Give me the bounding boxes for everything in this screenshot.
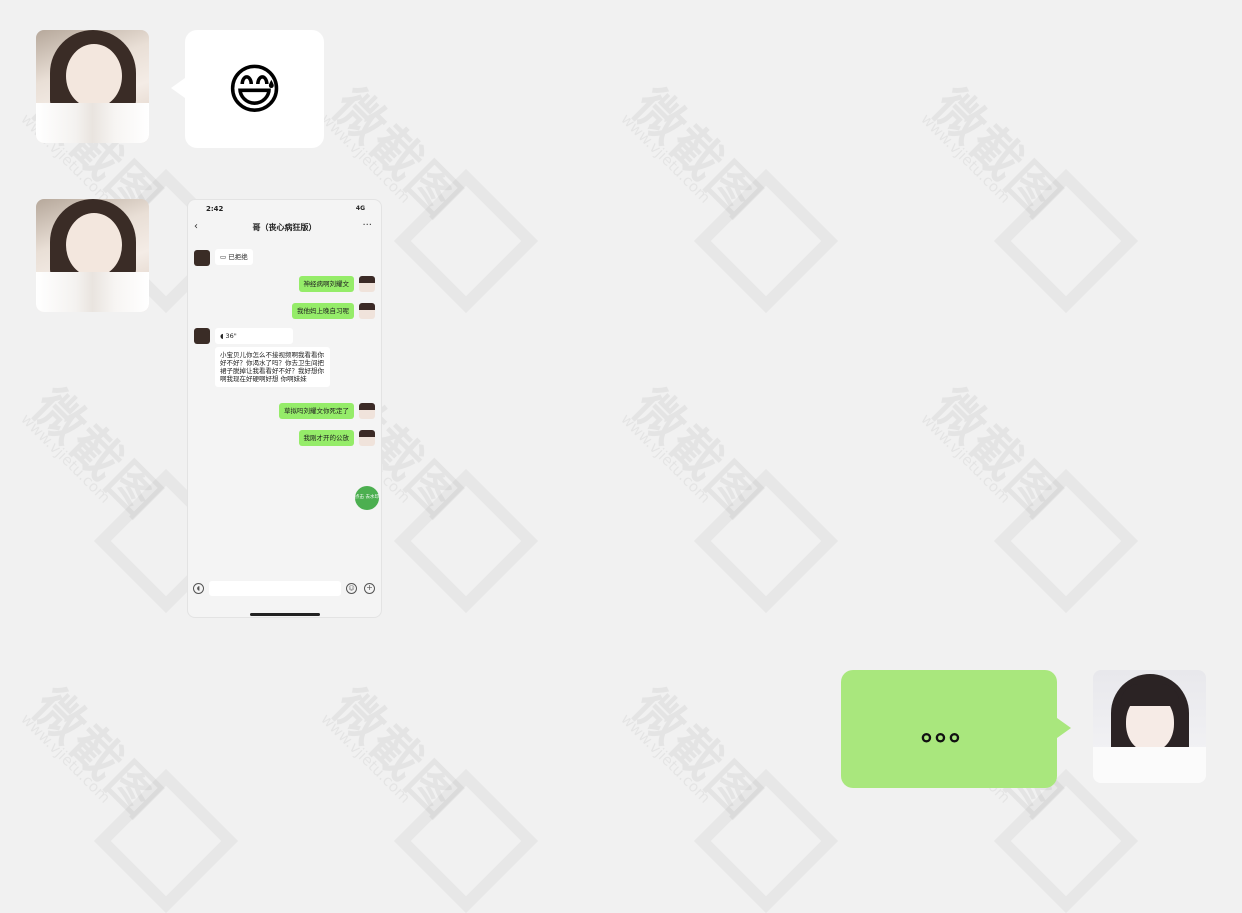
watermark-text: 微截图: [621, 377, 773, 530]
mini-avatar-right: [359, 430, 375, 446]
avatar-hands: [36, 272, 149, 312]
call-status-message: ▭ 已拒绝: [215, 249, 253, 265]
home-indicator: [250, 613, 320, 616]
watermark-url: www.vjietu.com: [17, 410, 115, 507]
message-left: 小宝贝儿你怎么不接视频啊我看看你好不好？你渴水了吗？你去卫生间把裙子脱掉让我看看…: [215, 347, 330, 387]
mini-avatar-left: [194, 250, 210, 266]
status-signal: 4G: [355, 205, 365, 212]
watermark-logo-icon: [693, 768, 839, 913]
watermark-url: www.vjietu.com: [317, 710, 415, 807]
voice-duration: 36": [225, 332, 237, 340]
message-right: 神经病啊刘耀文: [298, 276, 354, 292]
message-right: 草拟吗刘耀文你死定了: [279, 403, 354, 419]
watermark-text: 微截图: [921, 377, 1073, 530]
message-text: 。。。: [920, 714, 977, 747]
avatar-bangs: [1121, 684, 1179, 706]
message-bubble-outgoing[interactable]: 。。。: [841, 670, 1071, 788]
sweat-smile-emoji: 😅: [226, 57, 283, 121]
message-input: [209, 581, 341, 596]
more-icon: ···: [362, 220, 372, 231]
watermark-text: 微截图: [621, 677, 773, 830]
avatar-contact[interactable]: [36, 199, 149, 312]
watermark-text: 微截图: [921, 77, 1073, 230]
watermark-text: 微截图: [621, 77, 773, 230]
watermark-logo-icon: [993, 468, 1139, 614]
video-call-icon: ▭: [220, 253, 227, 261]
watermark-text: 微截图: [21, 677, 173, 830]
watermark-url: www.vjietu.com: [617, 710, 715, 807]
watermark-logo-icon: [393, 768, 539, 913]
watermark-text: 微截图: [21, 377, 173, 530]
watermark-logo-icon: [693, 168, 839, 314]
watermark-logo-icon: [993, 768, 1139, 913]
mini-avatar-right: [359, 303, 375, 319]
remove-watermark-button: 点击 去水印: [355, 486, 379, 510]
mini-avatar-left: [194, 328, 210, 344]
watermark-logo-icon: [693, 468, 839, 614]
message-right: 我刚才开的公放: [298, 430, 354, 446]
avatar-hands: [36, 103, 149, 143]
watermark-url: www.vjietu.com: [917, 110, 1015, 207]
avatar-face: [66, 44, 122, 108]
watermark-url: www.vjietu.com: [317, 110, 415, 207]
watermark-url: www.vjietu.com: [617, 110, 715, 207]
watermark-url: www.vjietu.com: [617, 410, 715, 507]
watermark-logo-icon: [393, 168, 539, 314]
call-status-text: 已拒绝: [228, 253, 248, 261]
watermark-logo-icon: [93, 768, 239, 913]
emoji-icon: ☺: [346, 583, 357, 594]
avatar-shirt: [1093, 747, 1206, 783]
watermark-text: 微截图: [321, 677, 473, 830]
phone-status-bar: 2:42 4G: [188, 200, 381, 218]
watermark-url: www.vjietu.com: [17, 710, 115, 807]
message-image-screenshot[interactable]: 2:42 4G ‹ 哥（丧心病狂版） ··· ▭ 已拒绝 神经病啊刘耀文 我他妈…: [187, 199, 382, 618]
status-time: 2:42: [206, 205, 224, 213]
voice-icon: ◖: [193, 583, 204, 594]
avatar-contact[interactable]: [36, 30, 149, 143]
mini-avatar-right: [359, 403, 375, 419]
avatar-face: [66, 213, 122, 277]
voice-message: ◖ 36": [215, 328, 293, 344]
avatar-self[interactable]: [1093, 670, 1206, 783]
message-bubble-incoming[interactable]: 😅: [171, 30, 324, 148]
input-bar: ◖ ☺ +: [188, 578, 381, 600]
watermark-logo-icon: [393, 468, 539, 614]
plus-icon: +: [364, 583, 375, 594]
mini-avatar-right: [359, 276, 375, 292]
message-right: 我他妈上晚自习呢: [292, 303, 354, 319]
watermark-logo-icon: [993, 168, 1139, 314]
voice-icon: ◖: [220, 332, 224, 340]
chat-title: 哥（丧心病狂版）: [252, 223, 317, 232]
watermark-url: www.vjietu.com: [917, 410, 1015, 507]
